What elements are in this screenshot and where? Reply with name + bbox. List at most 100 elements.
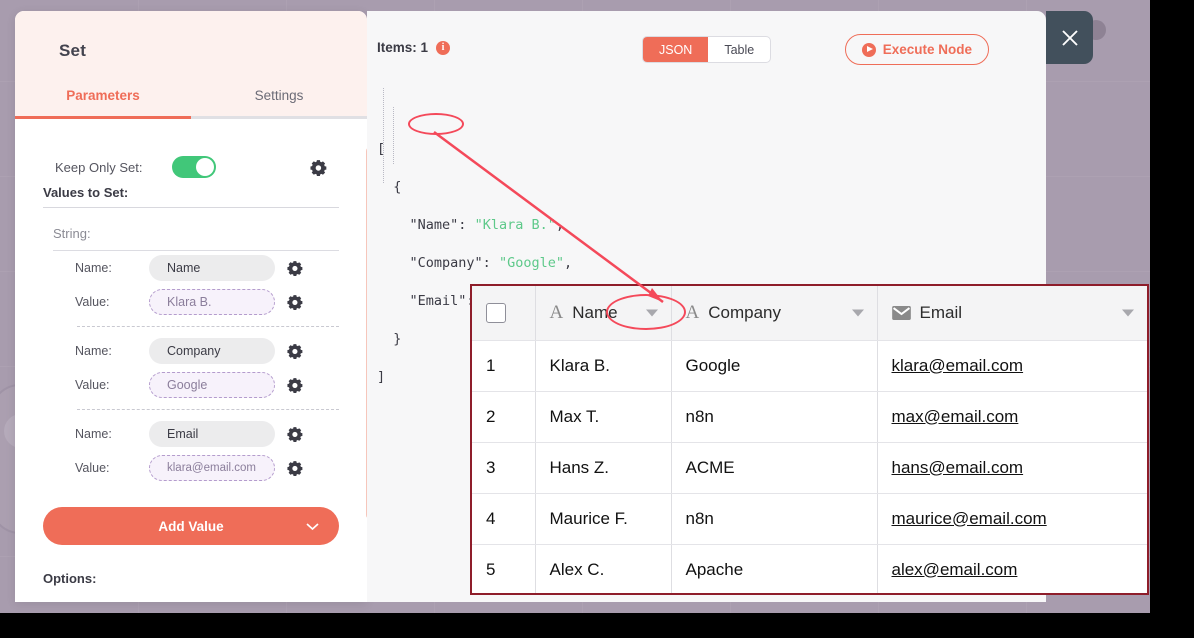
data-table: A Name A Company [472, 286, 1147, 595]
play-icon [862, 43, 876, 57]
panel-body: Keep Only Set: Values to Set: String: [15, 119, 367, 602]
parameters-panel: Set Parameters Settings Keep Only Set: [15, 11, 367, 602]
tab-settings-label: Settings [255, 88, 304, 103]
table-body: 1 Klara B. Google klara@email.com 2 Max … [472, 340, 1147, 595]
column-header-company-label: Company [708, 303, 781, 323]
close-icon [1059, 27, 1081, 49]
keep-only-set-toggle[interactable] [172, 156, 216, 178]
field-name-input-3[interactable]: Email [149, 421, 275, 447]
json-key-name: "Name" [410, 217, 459, 233]
cell-email[interactable]: klara@email.com [877, 340, 1147, 391]
text-type-icon: A [686, 303, 700, 322]
table-header-row: A Name A Company [472, 286, 1147, 340]
json-value-name: "Klara B." [475, 217, 556, 233]
cell-name: Maurice F. [535, 493, 671, 544]
tab-json[interactable]: JSON [643, 37, 708, 62]
gear-icon[interactable] [287, 343, 303, 359]
gear-icon[interactable] [287, 460, 303, 476]
field-value-input-2[interactable]: Google [149, 372, 275, 398]
cell-email[interactable]: hans@email.com [877, 442, 1147, 493]
execute-node-label: Execute Node [883, 42, 972, 57]
field-name-label-3: Name: [75, 427, 149, 441]
execute-node-button[interactable]: Execute Node [845, 34, 989, 65]
tab-table[interactable]: Table [708, 37, 770, 62]
email-link[interactable]: alex@email.com [892, 560, 1018, 579]
table-row[interactable]: 2 Max T. n8n max@email.com [472, 391, 1147, 442]
field-value-label-1: Value: [75, 295, 149, 309]
cell-company: n8n [671, 493, 877, 544]
field-value-row-3: Value: klara@email.com [27, 451, 355, 485]
text-type-icon: A [550, 303, 564, 322]
field-value-row-1: Value: Klara B. [27, 285, 355, 319]
field-name-label-1: Name: [75, 261, 149, 275]
tab-parameters[interactable]: Parameters [15, 77, 191, 119]
tab-parameters-label: Parameters [66, 88, 140, 103]
email-link[interactable]: klara@email.com [892, 356, 1024, 375]
tab-settings[interactable]: Settings [191, 77, 367, 119]
keep-only-set-row: Keep Only Set: [27, 119, 355, 185]
field-name-input-1[interactable]: Name [149, 255, 275, 281]
json-key-email: "Email" [410, 293, 467, 309]
json-line-close: ] [377, 369, 385, 385]
json-line-brace-open: { [377, 179, 401, 195]
json-indent-guide-2 [393, 107, 394, 164]
gear-icon[interactable] [287, 377, 303, 393]
field-value-row-2: Value: Google [27, 368, 355, 402]
view-mode-toggle: JSON Table [642, 36, 771, 63]
row-index: 2 [472, 391, 535, 442]
panel-header: Set Parameters Settings [15, 11, 367, 119]
items-count-label: Items: 1 [377, 40, 428, 55]
gear-icon[interactable] [310, 159, 327, 176]
panel-tabs: Parameters Settings [15, 77, 367, 119]
field-separator-2 [77, 409, 339, 410]
column-header-name[interactable]: A Name [535, 286, 671, 340]
add-value-button[interactable]: Add Value [43, 507, 339, 545]
field-value-input-3[interactable]: klara@email.com [149, 455, 275, 481]
table-row[interactable]: 4 Maurice F. n8n maurice@email.com [472, 493, 1147, 544]
field-value-label-2: Value: [75, 378, 149, 392]
options-label: Options: [27, 545, 355, 586]
email-link[interactable]: hans@email.com [892, 458, 1024, 477]
cell-email[interactable]: maurice@email.com [877, 493, 1147, 544]
gear-icon[interactable] [287, 294, 303, 310]
json-sep: : [458, 217, 474, 233]
column-header-name-label: Name [572, 303, 617, 323]
close-button[interactable] [1046, 11, 1093, 64]
email-link[interactable]: max@email.com [892, 407, 1019, 426]
field-value-label-3: Value: [75, 461, 149, 475]
row-index: 4 [472, 493, 535, 544]
field-name-row-1: Name: Name [27, 251, 355, 285]
cell-name: Max T. [535, 391, 671, 442]
value-group-3: Name: Email Value: klara@email.com [27, 417, 355, 485]
cell-email[interactable]: alex@email.com [877, 544, 1147, 595]
column-header-company[interactable]: A Company [671, 286, 877, 340]
envelope-icon [892, 306, 911, 320]
email-link[interactable]: maurice@email.com [892, 509, 1047, 528]
cell-company: Google [671, 340, 877, 391]
chevron-down-icon[interactable] [646, 309, 658, 316]
json-sep: : [483, 255, 499, 271]
value-group-2: Name: Company Value: Google [27, 334, 355, 402]
cell-company: n8n [671, 391, 877, 442]
json-line-brace-close: } [377, 331, 401, 347]
cell-name: Hans Z. [535, 442, 671, 493]
row-index: 1 [472, 340, 535, 391]
screenshot-root: Set Parameters Settings Keep Only Set: [0, 0, 1194, 638]
field-value-input-1[interactable]: Klara B. [149, 289, 275, 315]
data-table-overlay: A Name A Company [470, 284, 1149, 595]
table-row[interactable]: 1 Klara B. Google klara@email.com [472, 340, 1147, 391]
table-row[interactable]: 3 Hans Z. ACME hans@email.com [472, 442, 1147, 493]
chevron-down-icon[interactable] [1122, 309, 1134, 316]
chevron-down-icon[interactable] [852, 309, 864, 316]
info-icon[interactable]: i [436, 41, 450, 55]
select-all-checkbox[interactable] [486, 303, 506, 323]
gear-icon[interactable] [287, 260, 303, 276]
chevron-down-icon[interactable] [306, 519, 319, 534]
table-row[interactable]: 5 Alex C. Apache alex@email.com [472, 544, 1147, 595]
cell-email[interactable]: max@email.com [877, 391, 1147, 442]
select-all-header [472, 286, 535, 340]
column-header-email[interactable]: Email [877, 286, 1147, 340]
field-name-input-2[interactable]: Company [149, 338, 275, 364]
json-comma: , [556, 217, 564, 233]
gear-icon[interactable] [287, 426, 303, 442]
